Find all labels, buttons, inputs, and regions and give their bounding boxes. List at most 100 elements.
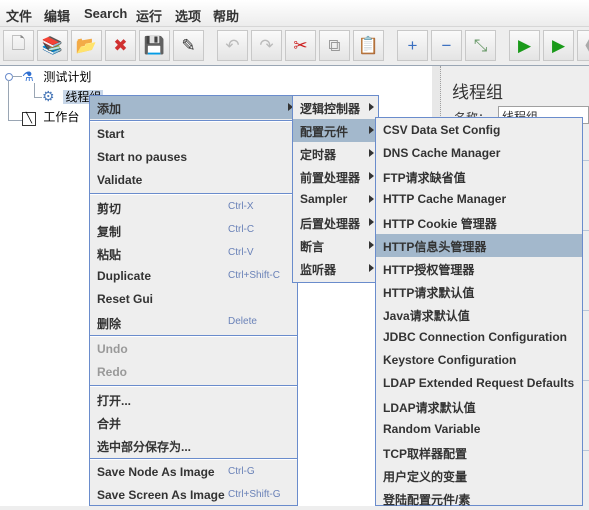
menu-item[interactable]: 用户定义的变量 [376, 464, 582, 487]
submenu-arrow-icon [369, 264, 374, 272]
menu-item[interactable]: Save Node As Image Ctrl-G [90, 461, 297, 484]
menu-item-label: Duplicate [97, 269, 152, 283]
menu-separator [90, 120, 297, 122]
menu-item[interactable]: HTTP信息头管理器 [376, 234, 582, 257]
menu-item[interactable]: JDBC Connection Configuration [376, 326, 582, 349]
templates-icon: 📚 [41, 35, 64, 55]
menu-item[interactable]: HTTP授权管理器 [376, 257, 582, 280]
menu-item[interactable]: 复制 Ctrl-C [90, 219, 297, 242]
menu-item[interactable]: Sampler [293, 188, 378, 211]
expand-icon: + [407, 35, 418, 55]
menu-item[interactable]: 登陆配置元件/素 [376, 487, 582, 510]
menu-item[interactable]: 删除 Delete [90, 311, 297, 334]
menu-item-shortcut: Ctrl-X [228, 201, 254, 212]
menu-item[interactable]: 逻辑控制器 [293, 96, 378, 119]
paste-icon: 📋 [357, 35, 380, 55]
undo-button[interactable]: ↶ [217, 30, 248, 61]
menu-help[interactable]: 帮助 [213, 6, 239, 25]
menu-item[interactable]: 配置元件 [293, 119, 378, 142]
menu-item[interactable]: 合并 [90, 411, 297, 434]
close-button[interactable]: ✖ [105, 30, 136, 61]
menu-item-label: 选中部分保存为... [97, 440, 192, 454]
panel-table-edges [582, 150, 589, 506]
menu-item-label: 合并 [97, 417, 122, 431]
menu-item-label: DNS Cache Manager [383, 146, 501, 160]
menu-item[interactable]: Java请求默认值 [376, 303, 582, 326]
copy-button[interactable]: ⧉ [319, 30, 350, 61]
tree-expand-handle[interactable] [5, 73, 13, 81]
menu-item[interactable]: TCP取样器配置 [376, 441, 582, 464]
menu-item-label: Reset Gui [97, 292, 154, 306]
collapse-button[interactable]: − [431, 30, 462, 61]
menu-item[interactable]: LDAP请求默认值 [376, 395, 582, 418]
menu-item[interactable]: FTP请求缺省值 [376, 165, 582, 188]
menu-item[interactable]: LDAP Extended Request Defaults [376, 372, 582, 395]
menu-item-label: 后置处理器 [300, 217, 361, 231]
menu-item[interactable]: Reset Gui [90, 288, 297, 311]
menu-item[interactable]: 剪切 Ctrl-X [90, 196, 297, 219]
menu-item-label: HTTP信息头管理器 [383, 240, 487, 254]
templates-button[interactable]: 📚 [37, 30, 68, 61]
toggle-button[interactable]: ⤡ [465, 30, 496, 61]
tree-node-test-plan[interactable]: ⚗ 测试计划 [22, 68, 91, 85]
menu-edit[interactable]: 编辑 [44, 6, 70, 25]
menu-item-label: CSV Data Set Config [383, 123, 501, 137]
menu-item[interactable]: CSV Data Set Config [376, 119, 582, 142]
menu-item-label: Save Node As Image [97, 465, 215, 479]
menu-item-label: Redo [97, 365, 127, 379]
save-button[interactable]: 💾 [139, 30, 170, 61]
menu-item[interactable]: HTTP Cache Manager [376, 188, 582, 211]
menu-item-label: FTP请求缺省值 [383, 171, 466, 185]
menu-item[interactable]: 粘贴 Ctrl-V [90, 242, 297, 265]
toolbar: 🗋 📚 📂 ✖ 💾 ✎ ↶ ↷ ✂ ⧉ 📋 + − ⤡ ▶ ▶ ⬣ [0, 27, 589, 66]
paste-button[interactable]: 📋 [353, 30, 384, 61]
start-no-pauses-icon: ▶ [551, 35, 566, 55]
menu-item-label: HTTP请求默认值 [383, 286, 475, 300]
menu-item-label: 复制 [97, 225, 122, 239]
workbench-icon: ╲ [22, 112, 36, 126]
menu-separator [90, 335, 297, 337]
menu-item[interactable]: 监听器 [293, 257, 378, 280]
config-element-submenu: CSV Data Set Config DNS Cache Manager FTP请… [375, 117, 583, 507]
menu-search[interactable]: Search [84, 6, 127, 21]
menu-item-label: HTTP Cache Manager [383, 192, 507, 206]
menu-item[interactable]: 前置处理器 [293, 165, 378, 188]
menu-item[interactable]: 断言 [293, 234, 378, 257]
open-icon: 📂 [75, 35, 98, 55]
start-no-pauses-button[interactable]: ▶ [543, 30, 574, 61]
menu-item-label: 剪切 [97, 202, 122, 216]
menu-item[interactable]: Start [90, 123, 297, 146]
menu-file[interactable]: 文件 [6, 6, 32, 25]
menu-item-shortcut: Ctrl-G [228, 466, 255, 477]
menu-item[interactable]: 打开... [90, 388, 297, 411]
menu-item-label: Start no pauses [97, 150, 188, 164]
menu-item[interactable]: HTTP请求默认值 [376, 280, 582, 303]
menu-item[interactable]: Random Variable [376, 418, 582, 441]
menu-item: Redo [90, 361, 297, 384]
menu-item[interactable]: 添加 [90, 96, 297, 119]
menu-item[interactable]: Duplicate Ctrl+Shift-C [90, 265, 297, 288]
expand-button[interactable]: + [397, 30, 428, 61]
menu-item[interactable]: DNS Cache Manager [376, 142, 582, 165]
menu-item-label: 前置处理器 [300, 171, 361, 185]
start-button[interactable]: ▶ [509, 30, 540, 61]
menu-item[interactable]: 定时器 [293, 142, 378, 165]
menu-item[interactable]: Start no pauses [90, 146, 297, 169]
save-as-button[interactable]: ✎ [173, 30, 204, 61]
tree-node-workbench[interactable]: ╲ 工作台 [22, 108, 79, 126]
menu-item[interactable]: 选中部分保存为... [90, 434, 297, 457]
menu-item-label: Save Screen As Image [97, 488, 225, 502]
redo-button[interactable]: ↷ [251, 30, 282, 61]
menu-item[interactable]: Save Screen As Image Ctrl+Shift-G [90, 484, 297, 507]
menu-item[interactable]: HTTP Cookie 管理器 [376, 211, 582, 234]
menu-item[interactable]: Validate [90, 169, 297, 192]
submenu-arrow-icon [369, 149, 374, 157]
menu-item[interactable]: 后置处理器 [293, 211, 378, 234]
cut-button[interactable]: ✂ [285, 30, 316, 61]
menu-item[interactable]: Keystore Configuration [376, 349, 582, 372]
new-button[interactable]: 🗋 [3, 30, 34, 61]
stop-button[interactable]: ⬣ [577, 30, 589, 61]
menu-options[interactable]: 选项 [175, 6, 201, 25]
menu-run[interactable]: 运行 [136, 6, 162, 25]
open-button[interactable]: 📂 [71, 30, 102, 61]
